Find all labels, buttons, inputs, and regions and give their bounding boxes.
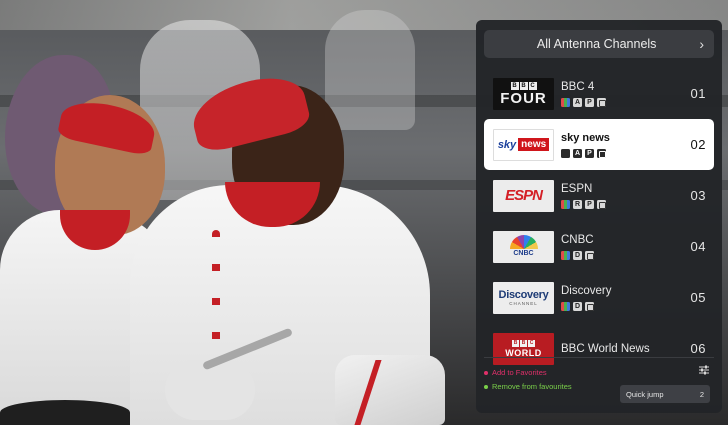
add-to-favorites-hint[interactable]: Add to Favorites bbox=[484, 366, 714, 380]
guide-badge-icon bbox=[597, 98, 606, 107]
channel-badges: D bbox=[561, 302, 682, 311]
channel-badge: P bbox=[585, 200, 594, 209]
channel-row-bbc-four[interactable]: B B C FOUR BBC 4 A P 01 bbox=[484, 68, 714, 119]
channel-badge: A bbox=[573, 149, 582, 158]
guide-badge-icon bbox=[585, 251, 594, 260]
channel-badge: P bbox=[585, 149, 594, 158]
red-dot-icon bbox=[484, 371, 488, 375]
guide-badge-icon bbox=[585, 302, 594, 311]
channel-number: 05 bbox=[690, 290, 706, 305]
channel-badges: A P bbox=[561, 98, 682, 107]
channel-logo: sky news bbox=[493, 128, 554, 161]
peacock-icon bbox=[509, 235, 538, 249]
channel-row-discovery[interactable]: Discovery CHANNEL Discovery D 05 bbox=[484, 272, 714, 323]
glove bbox=[165, 360, 255, 420]
channel-row-cnbc[interactable]: CNBC CNBC D 04 bbox=[484, 221, 714, 272]
channel-list-panel: All Antenna Channels › B B C FOUR BBC 4 … bbox=[476, 20, 722, 413]
channel-logo: ESPN bbox=[493, 179, 554, 212]
channel-badges: D bbox=[561, 251, 682, 260]
channel-name: BBC World News bbox=[561, 342, 650, 355]
channel-badge: R bbox=[573, 200, 582, 209]
channel-name: CNBC bbox=[561, 234, 594, 246]
guide-badge-icon bbox=[597, 149, 606, 158]
guide-badge-icon bbox=[597, 200, 606, 209]
channel-number: 02 bbox=[690, 137, 706, 152]
chevron-right-icon: › bbox=[699, 36, 704, 52]
color-badge-icon bbox=[561, 251, 570, 260]
panel-footer: Add to Favorites Remove from favourites … bbox=[484, 357, 714, 407]
quick-jump-button[interactable]: Quick jump 2 bbox=[620, 385, 710, 403]
channel-row-sky-news[interactable]: sky news sky news A P 02 bbox=[484, 119, 714, 170]
channel-list: B B C FOUR BBC 4 A P 01 sky news sky new… bbox=[484, 68, 714, 374]
sliders-settings-icon[interactable] bbox=[698, 364, 710, 376]
channel-badges: R P bbox=[561, 200, 682, 209]
channel-number: 03 bbox=[690, 188, 706, 203]
color-badge-icon bbox=[561, 200, 570, 209]
color-badge-icon bbox=[561, 302, 570, 311]
channel-logo: B B C FOUR bbox=[493, 77, 554, 110]
channel-name: sky news bbox=[561, 132, 610, 144]
channel-row-espn[interactable]: ESPN ESPN R P 03 bbox=[484, 170, 714, 221]
channel-badges: A P bbox=[561, 149, 682, 158]
color-badge-icon bbox=[561, 98, 570, 107]
channel-group-title: All Antenna Channels bbox=[536, 37, 657, 51]
channel-badge: D bbox=[573, 302, 582, 311]
channel-group-selector[interactable]: All Antenna Channels › bbox=[484, 30, 714, 58]
background-chef bbox=[325, 10, 415, 130]
channel-badge: D bbox=[573, 251, 582, 260]
color-badge-icon bbox=[561, 149, 570, 158]
channel-number: 06 bbox=[690, 341, 706, 356]
channel-name: ESPN bbox=[561, 183, 593, 195]
green-dot-icon bbox=[484, 385, 488, 389]
channel-logo: Discovery CHANNEL bbox=[493, 281, 554, 314]
channel-number: 04 bbox=[690, 239, 706, 254]
channel-name: Discovery bbox=[561, 285, 612, 297]
channel-name: BBC 4 bbox=[561, 81, 595, 93]
channel-logo: CNBC bbox=[493, 230, 554, 263]
channel-badge: P bbox=[585, 98, 594, 107]
quick-jump-value: 2 bbox=[699, 389, 704, 399]
channel-number: 01 bbox=[690, 86, 706, 101]
pan bbox=[0, 400, 130, 425]
channel-badge: A bbox=[573, 98, 582, 107]
